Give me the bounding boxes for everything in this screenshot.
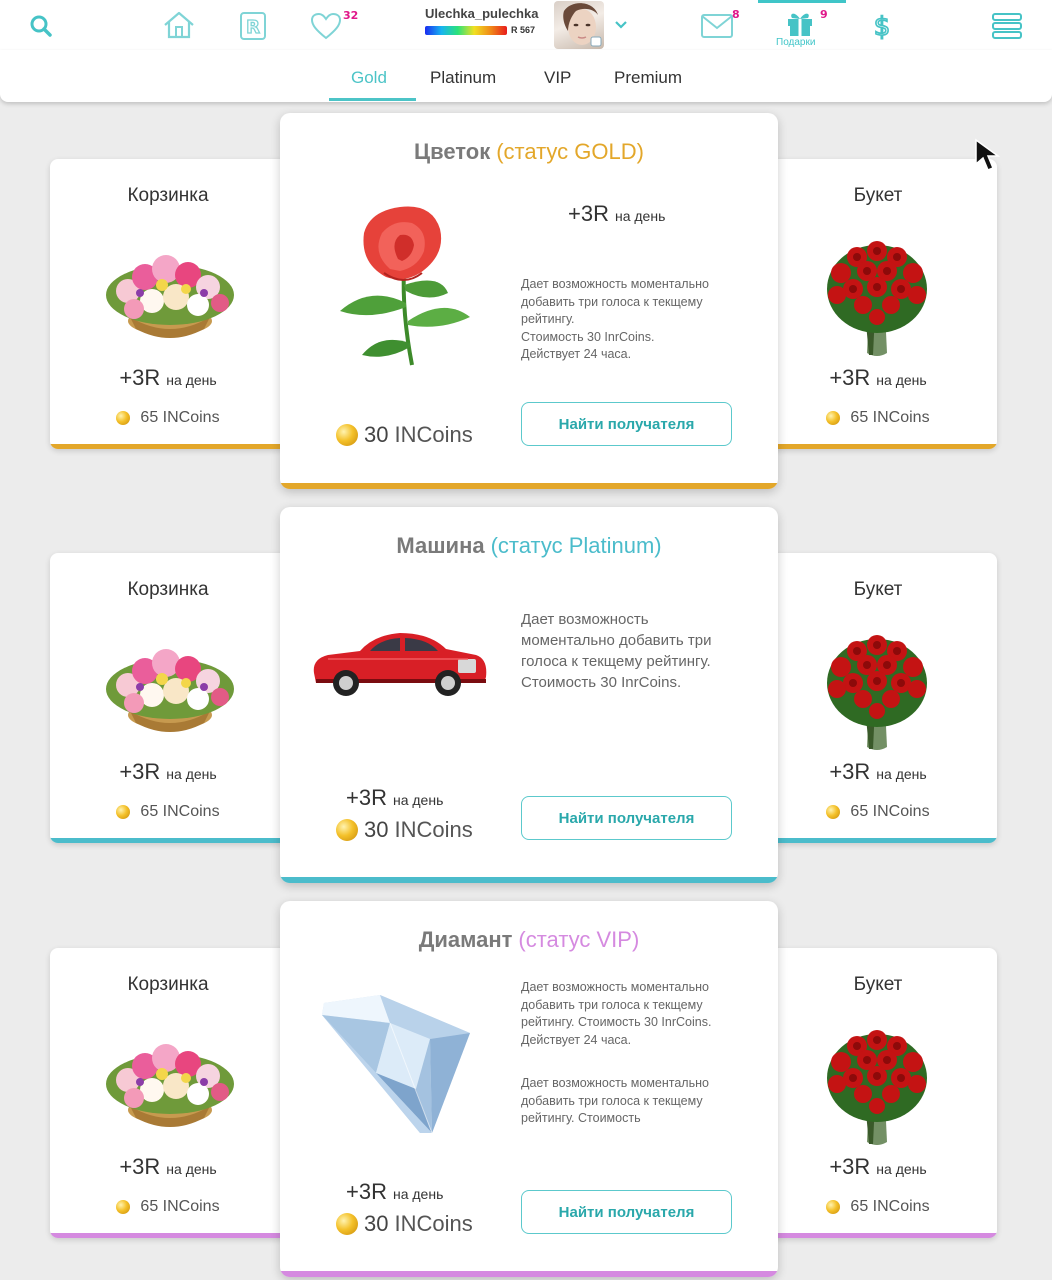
gift-card-basket[interactable]: Корзинка +3R на день 65 INCoins bbox=[50, 948, 290, 1238]
coin-icon bbox=[336, 424, 358, 446]
car-image bbox=[313, 633, 487, 696]
gift-title: Диамант (статус VIP) bbox=[418, 927, 640, 952]
find-recipient-button[interactable]: Найти получателя bbox=[521, 402, 732, 446]
top-navigation-bar: R 32 Ulechka_pulechka R 567 8 9 Подарки bbox=[0, 0, 1052, 50]
menu-icon[interactable] bbox=[989, 10, 1025, 42]
gift-title: Корзинка bbox=[127, 185, 209, 206]
gift-price: 65 INCoins bbox=[50, 1198, 286, 1216]
tab-gold[interactable]: Gold bbox=[351, 68, 387, 88]
gift-price: 65 INCoins bbox=[757, 409, 997, 427]
gift-card-bouquet[interactable]: Букет +3R на день 65 INCoins bbox=[757, 553, 997, 843]
gifts-active-indicator bbox=[758, 0, 846, 3]
active-tab-indicator bbox=[329, 98, 416, 101]
gift-card-basket[interactable]: Корзинка +3R на день 65 INCoins bbox=[50, 553, 290, 843]
status-stripe bbox=[50, 838, 290, 843]
gift-title: Корзинка bbox=[127, 974, 209, 995]
bouquet-image bbox=[827, 635, 927, 750]
gift-price: 30 INCoins bbox=[336, 1211, 473, 1237]
status-stripe bbox=[50, 1233, 290, 1238]
tab-premium[interactable]: Premium bbox=[614, 68, 682, 88]
gift-description: Дает возможность моментально добавить тр… bbox=[521, 611, 712, 691]
status-stripe bbox=[280, 483, 778, 489]
diamond-image bbox=[322, 995, 470, 1134]
gift-price: 30 INCoins bbox=[336, 817, 473, 843]
gift-description: Дает возможность моментально добавить тр… bbox=[521, 980, 712, 1047]
tab-platinum[interactable]: Platinum bbox=[430, 68, 496, 88]
status-stripe bbox=[757, 1233, 997, 1238]
heart-icon[interactable] bbox=[308, 10, 344, 42]
basket-image bbox=[106, 649, 234, 732]
gifts-count-badge: 9 bbox=[820, 8, 828, 21]
gift-price: 65 INCoins bbox=[50, 803, 286, 821]
gift-price: 65 INCoins bbox=[757, 803, 997, 821]
coin-icon bbox=[116, 411, 131, 425]
rating-icon[interactable]: R bbox=[238, 10, 268, 42]
gift-card-flower: Цветок (статус GOLD) +3R на день Дает возм… bbox=[280, 113, 778, 489]
bouquet-image bbox=[827, 241, 927, 356]
gift-title: Машина (статус Platinum) bbox=[396, 533, 662, 558]
coin-icon bbox=[336, 1213, 358, 1235]
coin-icon bbox=[116, 1200, 131, 1214]
rating-progress-bar bbox=[425, 25, 507, 35]
envelope-icon[interactable] bbox=[698, 10, 736, 42]
username: Ulechka_pulechka bbox=[425, 6, 539, 21]
svg-text:$: $ bbox=[874, 12, 891, 41]
gift-card-bouquet[interactable]: Букет +3R на день 65 INCoins bbox=[757, 948, 997, 1238]
bouquet-image bbox=[827, 1030, 927, 1145]
basket-image bbox=[106, 1044, 234, 1127]
gift-points: +3R на день bbox=[346, 785, 444, 810]
avatar[interactable] bbox=[554, 1, 604, 49]
gift-icon[interactable] bbox=[784, 8, 816, 38]
gift-points: +3R на день bbox=[568, 201, 666, 226]
gift-points: +3R на день bbox=[119, 759, 217, 784]
gift-title: Букет bbox=[853, 579, 903, 600]
status-tabs: Gold Platinum VIP Premium bbox=[0, 50, 1052, 102]
coin-icon bbox=[826, 805, 841, 819]
search-icon[interactable] bbox=[27, 12, 55, 40]
likes-count-badge: 32 bbox=[343, 9, 359, 22]
gifts-label: Подарки bbox=[776, 37, 816, 48]
svg-text:R: R bbox=[246, 17, 260, 38]
gift-price: 30 INCoins bbox=[336, 422, 473, 448]
status-stripe bbox=[757, 444, 997, 449]
coin-icon bbox=[336, 819, 358, 841]
gift-price: 65 INCoins bbox=[757, 1198, 997, 1216]
basket-image bbox=[106, 255, 234, 338]
coin-icon bbox=[826, 1200, 841, 1214]
mouse-pointer-icon bbox=[975, 138, 1001, 171]
status-stripe bbox=[280, 1271, 778, 1277]
gift-title: Корзинка bbox=[127, 579, 209, 600]
find-recipient-button[interactable]: Найти получателя bbox=[521, 796, 732, 840]
dollar-icon[interactable]: $ bbox=[868, 10, 896, 42]
rose-image bbox=[340, 206, 470, 366]
gift-card-car: Машина (статус Platinum) Дает возможность… bbox=[280, 507, 778, 883]
status-stripe bbox=[757, 838, 997, 843]
gift-price: 65 INCoins bbox=[50, 409, 286, 427]
gift-points: +3R на день bbox=[119, 1154, 217, 1179]
tab-vip[interactable]: VIP bbox=[544, 68, 571, 88]
gift-points: +3R на день bbox=[829, 365, 927, 390]
status-stripe bbox=[280, 877, 778, 883]
gift-points: +3R на день bbox=[829, 759, 927, 784]
gift-card-diamond: Диамант (статус VIP) Дает возможность мом… bbox=[280, 901, 778, 1277]
chevron-down-icon[interactable] bbox=[612, 16, 630, 34]
gift-points: +3R на день bbox=[119, 365, 217, 390]
gift-title: Цветок (статус GOLD) bbox=[414, 139, 644, 164]
coin-icon bbox=[116, 805, 131, 819]
home-icon[interactable] bbox=[160, 8, 198, 42]
gift-card-basket[interactable]: Корзинка +3R на день 65 INCoins bbox=[50, 159, 290, 449]
status-stripe bbox=[50, 444, 290, 449]
gift-description: Дает возможность моментально добавить тр… bbox=[521, 277, 709, 361]
gift-title: Букет bbox=[853, 185, 903, 206]
coin-icon bbox=[826, 411, 841, 425]
gift-points: +3R на день bbox=[346, 1179, 444, 1204]
user-info[interactable]: Ulechka_pulechka R 567 bbox=[425, 6, 543, 35]
rating-value: R 567 bbox=[511, 25, 536, 35]
find-recipient-button[interactable]: Найти получателя bbox=[521, 1190, 732, 1234]
messages-count-badge: 8 bbox=[732, 8, 740, 21]
gift-card-bouquet[interactable]: Букет +3R на день 65 INCoins bbox=[757, 159, 997, 449]
gift-description-secondary: Дает возможность моментально добавить тр… bbox=[521, 1076, 709, 1125]
gift-points: +3R на день bbox=[829, 1154, 927, 1179]
gift-title: Букет bbox=[853, 974, 903, 995]
